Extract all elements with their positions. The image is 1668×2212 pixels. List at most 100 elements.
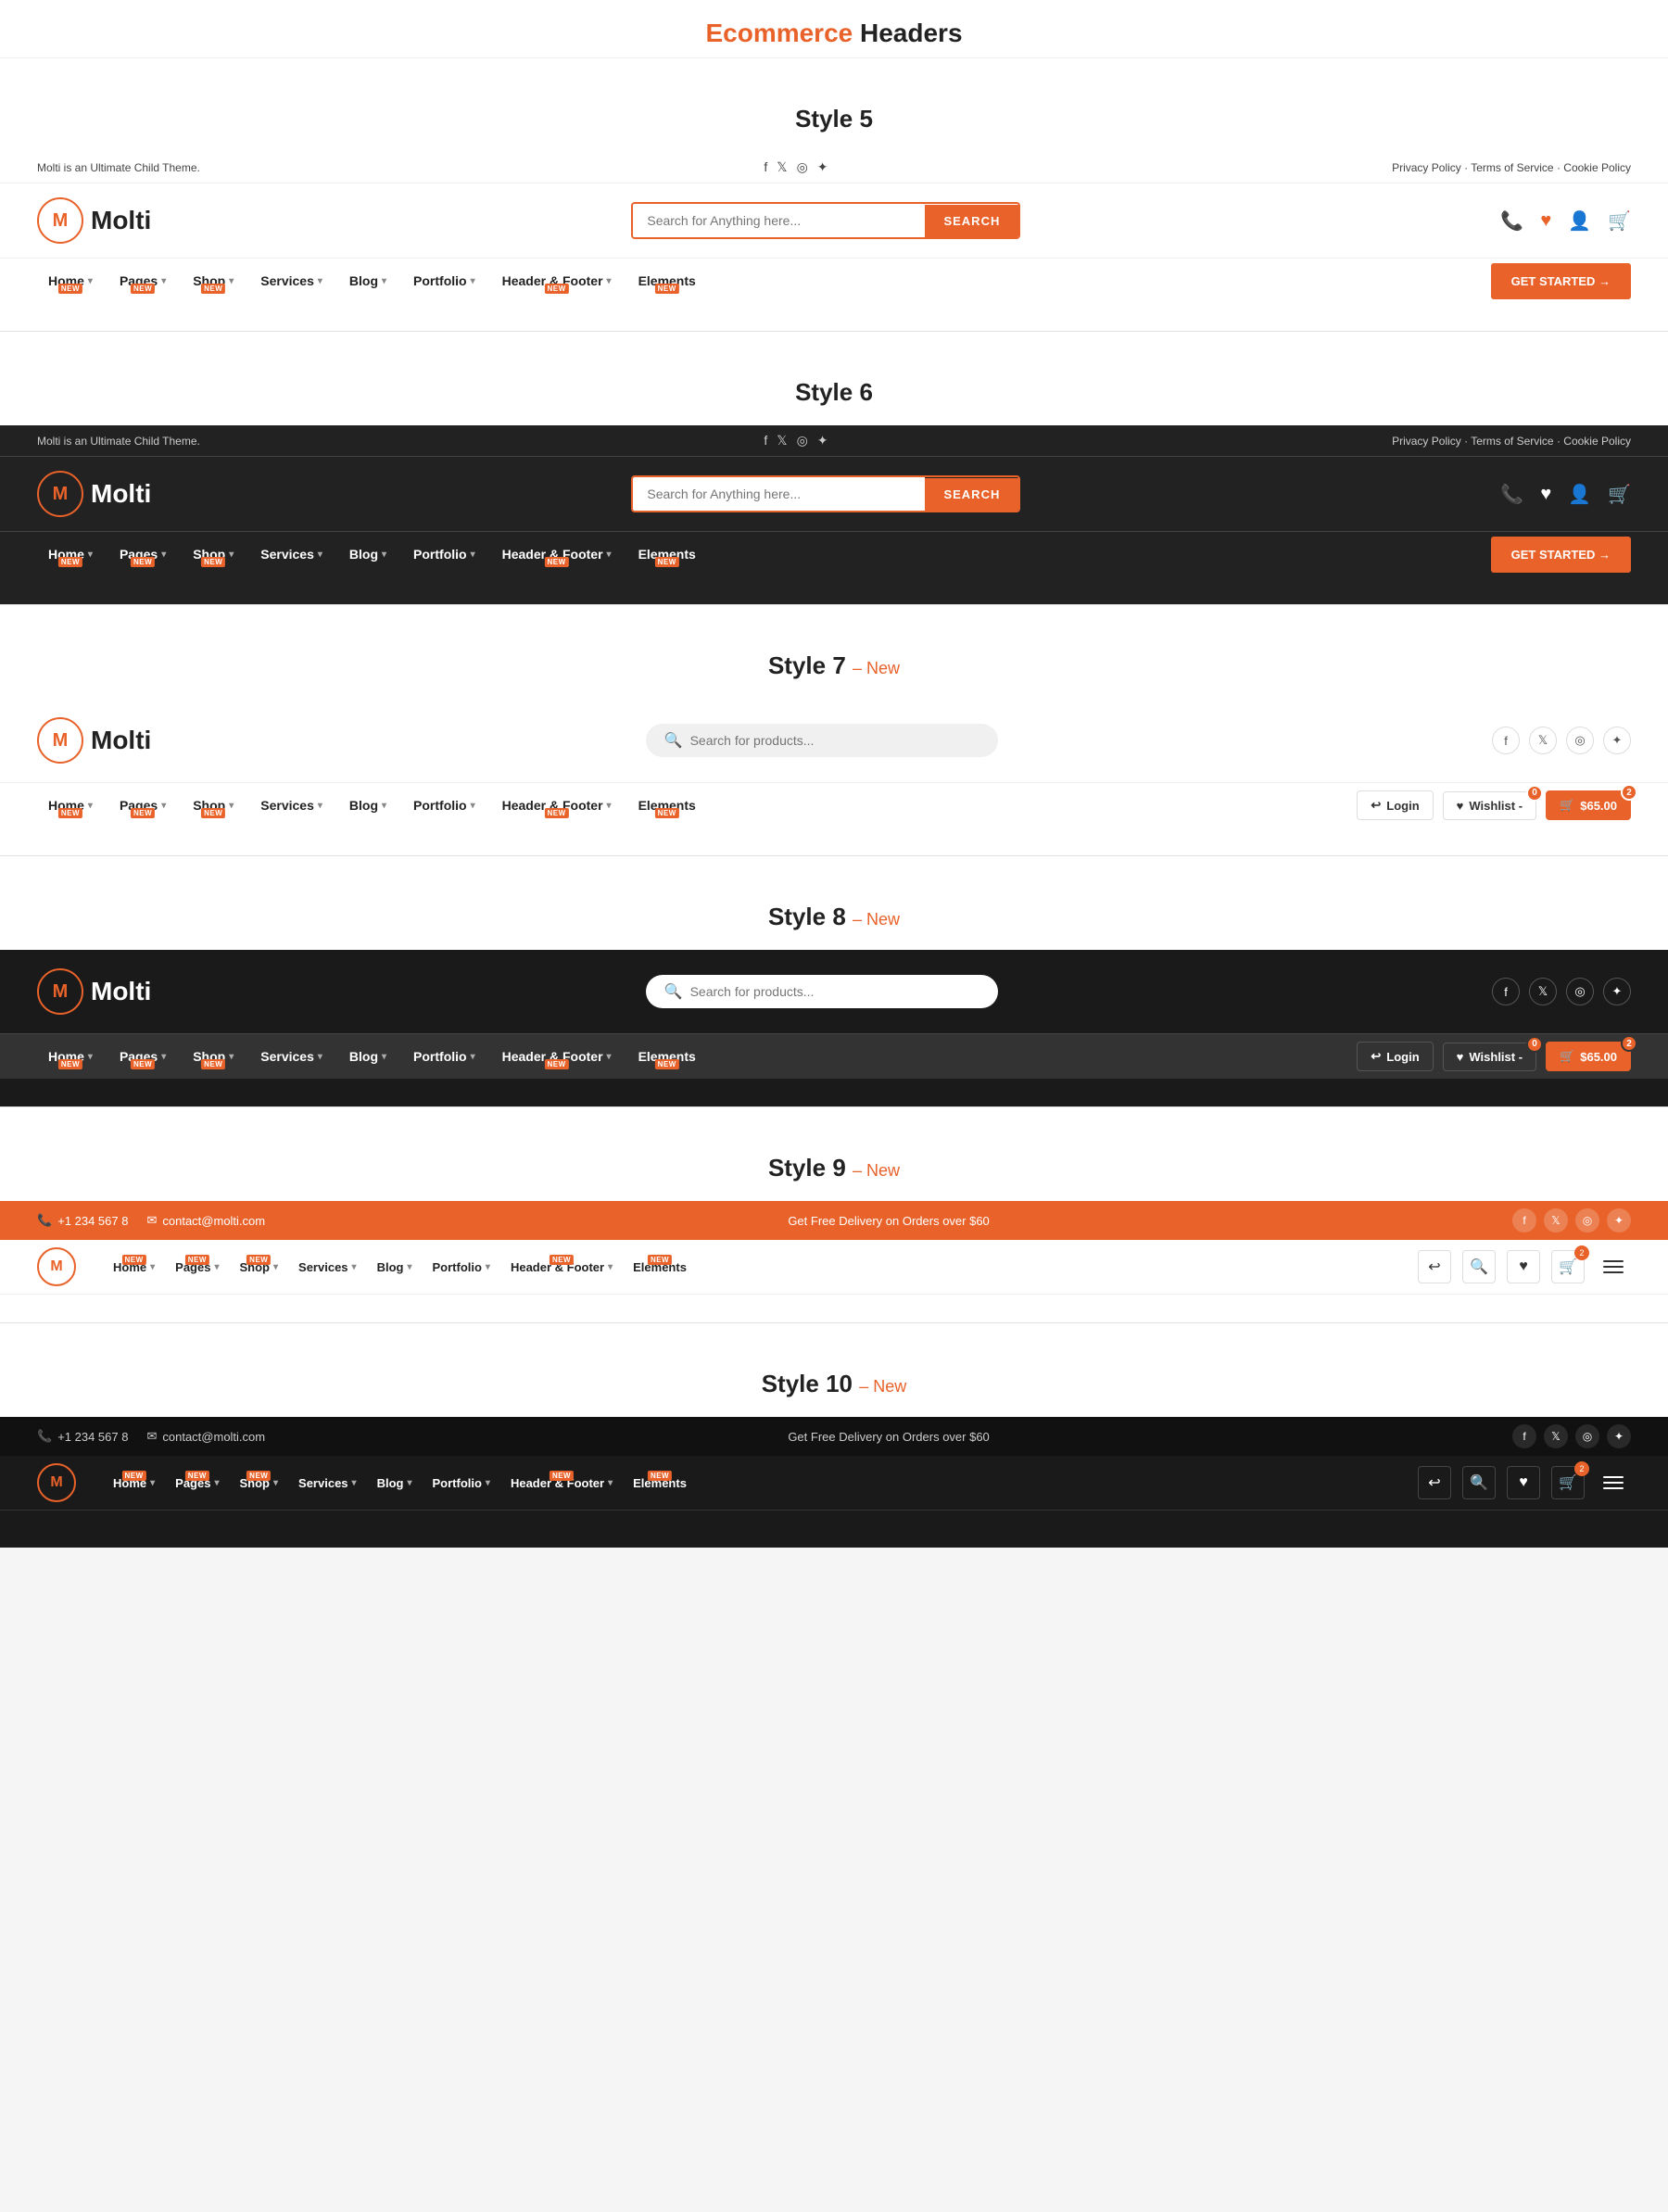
ig-btn9[interactable]: ◎ bbox=[1575, 1208, 1599, 1232]
cookie-link[interactable]: Cookie Policy bbox=[1563, 161, 1631, 174]
nav10-portfolio[interactable]: Portfolio ▾ bbox=[423, 1469, 499, 1498]
nav8-blog[interactable]: Blog ▾ bbox=[338, 1042, 398, 1071]
nav9-services[interactable]: Services ▾ bbox=[289, 1253, 366, 1282]
web-btn8[interactable]: ✦ bbox=[1603, 978, 1631, 1005]
nav8-pages[interactable]: Pages ▾NEW bbox=[108, 1042, 177, 1071]
wishlist-btn8[interactable]: ♥ Wishlist - 0 bbox=[1443, 1043, 1536, 1071]
terms-link6[interactable]: Terms of Service bbox=[1471, 435, 1553, 448]
privacy-link[interactable]: Privacy Policy bbox=[1392, 161, 1461, 174]
logo7[interactable]: M Molti bbox=[37, 717, 151, 764]
fb-icon[interactable]: f bbox=[764, 159, 767, 175]
cart-btn7[interactable]: 🛒 $65.00 2 bbox=[1546, 790, 1631, 820]
cart-action9[interactable]: 🛒 2 bbox=[1551, 1250, 1585, 1283]
ig-icon[interactable]: ◎ bbox=[797, 159, 808, 175]
x-btn10[interactable]: 𝕏 bbox=[1544, 1424, 1568, 1448]
web-btn10[interactable]: ✦ bbox=[1607, 1424, 1631, 1448]
nav6-header-footer[interactable]: Header & Footer ▾NEW bbox=[491, 539, 623, 569]
wishlist-btn7[interactable]: ♥ Wishlist - 0 bbox=[1443, 791, 1536, 820]
x-icon6[interactable]: 𝕏 bbox=[777, 433, 787, 449]
nav7-services[interactable]: Services ▾ bbox=[249, 790, 334, 820]
cart-icon6[interactable]: 🛒 bbox=[1608, 483, 1631, 506]
search-btn6[interactable]: SEARCH bbox=[925, 478, 1018, 511]
web-btn7[interactable]: ✦ bbox=[1603, 727, 1631, 754]
nav10-elements[interactable]: Elements NEW bbox=[624, 1469, 696, 1498]
wishlist-action9[interactable]: ♥ bbox=[1507, 1250, 1540, 1283]
search-input5[interactable] bbox=[633, 204, 925, 237]
nav8-shop[interactable]: Shop ▾NEW bbox=[182, 1042, 245, 1071]
nav10-blog[interactable]: Blog ▾ bbox=[368, 1469, 422, 1498]
nav6-services[interactable]: Services ▾ bbox=[249, 539, 334, 569]
nav7-home[interactable]: Home ▾NEW bbox=[37, 790, 104, 820]
nav8-home[interactable]: Home ▾NEW bbox=[37, 1042, 104, 1071]
fb-btn8[interactable]: f bbox=[1492, 978, 1520, 1005]
ig-icon6[interactable]: ◎ bbox=[797, 433, 808, 449]
ig-btn7[interactable]: ◎ bbox=[1566, 727, 1594, 754]
nav5-shop[interactable]: Shop ▾NEW bbox=[182, 266, 245, 296]
nav9-elements[interactable]: Elements NEW bbox=[624, 1253, 696, 1282]
nav9-shop[interactable]: Shop ▾NEW bbox=[231, 1253, 288, 1282]
search-action10[interactable]: 🔍 bbox=[1462, 1466, 1496, 1499]
nav10-shop[interactable]: Shop ▾NEW bbox=[231, 1469, 288, 1498]
x-btn7[interactable]: 𝕏 bbox=[1529, 727, 1557, 754]
nav7-portfolio[interactable]: Portfolio ▾ bbox=[402, 790, 486, 820]
login-icon9[interactable]: ↩ bbox=[1418, 1250, 1451, 1283]
nav5-home[interactable]: Home ▾NEW bbox=[37, 266, 104, 296]
nav5-blog[interactable]: Blog ▾ bbox=[338, 266, 398, 296]
cart-btn8[interactable]: 🛒 $65.00 2 bbox=[1546, 1042, 1631, 1071]
nav5-header-footer[interactable]: Header & Footer ▾NEW bbox=[491, 266, 623, 296]
wishlist-icon5[interactable]: ♥ bbox=[1540, 210, 1551, 232]
get-started-btn5[interactable]: GET STARTED → bbox=[1491, 263, 1631, 299]
web-icon[interactable]: ✦ bbox=[817, 159, 828, 175]
nav10-header-footer[interactable]: Header & Footer ▾NEW bbox=[501, 1469, 622, 1498]
fb-btn9[interactable]: f bbox=[1512, 1208, 1536, 1232]
phone-icon6[interactable]: 📞 bbox=[1500, 483, 1523, 506]
nav10-pages[interactable]: Pages ▾NEW bbox=[166, 1469, 228, 1498]
login-btn8[interactable]: ↩ Login bbox=[1357, 1042, 1433, 1071]
nav9-portfolio[interactable]: Portfolio ▾ bbox=[423, 1253, 499, 1282]
wishlist-icon6[interactable]: ♥ bbox=[1540, 484, 1551, 505]
search-input7[interactable] bbox=[690, 733, 979, 748]
search-action9[interactable]: 🔍 bbox=[1462, 1250, 1496, 1283]
nav10-home[interactable]: Home ▾NEW bbox=[104, 1469, 164, 1498]
ig-btn8[interactable]: ◎ bbox=[1566, 978, 1594, 1005]
nav5-portfolio[interactable]: Portfolio ▾ bbox=[402, 266, 486, 296]
get-started-btn6[interactable]: GET STARTED → bbox=[1491, 537, 1631, 573]
search-input8[interactable] bbox=[690, 984, 979, 999]
login-btn7[interactable]: ↩ Login bbox=[1357, 790, 1433, 820]
nav6-shop[interactable]: Shop ▾NEW bbox=[182, 539, 245, 569]
logo9[interactable]: M bbox=[37, 1247, 76, 1286]
wishlist-action10[interactable]: ♥ bbox=[1507, 1466, 1540, 1499]
nav10-services[interactable]: Services ▾ bbox=[289, 1469, 366, 1498]
nav7-blog[interactable]: Blog ▾ bbox=[338, 790, 398, 820]
search-btn5[interactable]: SEARCH bbox=[925, 205, 1018, 237]
nav6-elements[interactable]: Elements NEW bbox=[627, 539, 707, 569]
terms-link[interactable]: Terms of Service bbox=[1471, 161, 1553, 174]
ig-btn10[interactable]: ◎ bbox=[1575, 1424, 1599, 1448]
fb-btn10[interactable]: f bbox=[1512, 1424, 1536, 1448]
nav6-blog[interactable]: Blog ▾ bbox=[338, 539, 398, 569]
nav5-elements[interactable]: Elements NEW bbox=[627, 266, 707, 296]
nav7-shop[interactable]: Shop ▾NEW bbox=[182, 790, 245, 820]
menu-icon10[interactable] bbox=[1596, 1469, 1631, 1497]
menu-icon9[interactable] bbox=[1596, 1253, 1631, 1281]
x-icon[interactable]: 𝕏 bbox=[777, 159, 787, 175]
nav9-header-footer[interactable]: Header & Footer ▾NEW bbox=[501, 1253, 622, 1282]
nav6-portfolio[interactable]: Portfolio ▾ bbox=[402, 539, 486, 569]
fb-btn7[interactable]: f bbox=[1492, 727, 1520, 754]
cookie-link6[interactable]: Cookie Policy bbox=[1563, 435, 1631, 448]
privacy-link6[interactable]: Privacy Policy bbox=[1392, 435, 1461, 448]
logo10[interactable]: M bbox=[37, 1463, 76, 1502]
phone-icon5[interactable]: 📞 bbox=[1500, 209, 1523, 233]
account-icon6[interactable]: 👤 bbox=[1568, 483, 1591, 506]
nav9-pages[interactable]: Pages ▾NEW bbox=[166, 1253, 228, 1282]
nav9-home[interactable]: Home ▾NEW bbox=[104, 1253, 164, 1282]
nav6-pages[interactable]: Pages ▾NEW bbox=[108, 539, 177, 569]
x-btn8[interactable]: 𝕏 bbox=[1529, 978, 1557, 1005]
nav5-pages[interactable]: Pages ▾NEW bbox=[108, 266, 177, 296]
web-icon6[interactable]: ✦ bbox=[817, 433, 828, 449]
fb-icon6[interactable]: f bbox=[764, 433, 767, 449]
nav8-services[interactable]: Services ▾ bbox=[249, 1042, 334, 1071]
cart-action10[interactable]: 🛒 2 bbox=[1551, 1466, 1585, 1499]
search-input6[interactable] bbox=[633, 477, 925, 511]
logo6[interactable]: M Molti bbox=[37, 471, 151, 517]
